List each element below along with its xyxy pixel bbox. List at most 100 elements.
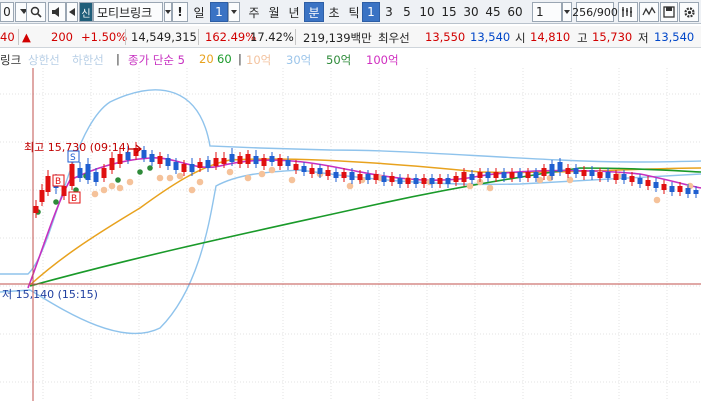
candle-body — [341, 172, 347, 178]
legend-ma5[interactable]: 종가 단순 5 — [128, 52, 185, 68]
tools-button[interactable] — [618, 2, 638, 22]
candle-body — [613, 174, 619, 180]
low-price: 13,540 — [654, 30, 695, 44]
period-minute-tab[interactable]: 분 — [304, 2, 324, 22]
candle-body — [173, 162, 179, 170]
low-label: 저 — [638, 31, 649, 45]
high-label: 고 — [577, 31, 588, 45]
code-field[interactable]: 0 — [0, 2, 14, 22]
candle-body — [109, 158, 115, 170]
candle-body — [189, 164, 195, 172]
page-count: 256/900 — [572, 5, 618, 19]
interval-1-label: 1 — [367, 5, 375, 19]
legend-v50[interactable]: 50억 — [326, 52, 351, 68]
tools-icon — [622, 7, 632, 17]
candle-body — [357, 174, 363, 180]
chevron-down-icon — [231, 9, 237, 14]
candle-body — [85, 164, 91, 180]
interval-10-label: 10 — [419, 5, 435, 19]
candle-body — [533, 172, 539, 178]
speaker-button[interactable] — [48, 2, 66, 22]
interval-1[interactable]: 1 — [362, 2, 380, 22]
interval-30[interactable]: 30 — [460, 2, 482, 22]
search-button[interactable] — [26, 2, 46, 22]
interval-45[interactable]: 45 — [482, 2, 504, 22]
candle-body — [405, 178, 411, 184]
volume-dot — [108, 182, 116, 190]
candle-body — [93, 172, 99, 182]
volume-dot — [288, 176, 296, 184]
interval-10[interactable]: 10 — [416, 2, 438, 22]
divider — [125, 29, 126, 45]
pattern-button[interactable] — [639, 2, 659, 22]
volume-dot — [268, 166, 276, 174]
prev-stock-button[interactable] — [66, 2, 78, 22]
save-button[interactable] — [660, 2, 678, 22]
interval-3[interactable]: 3 — [380, 2, 398, 22]
legend-v30[interactable]: 30억 — [286, 52, 311, 68]
interval-5[interactable]: 5 — [398, 2, 416, 22]
legend-ma60[interactable]: 60 — [217, 52, 232, 66]
candle-body — [477, 172, 483, 178]
volume-ratio: 162.49% — [205, 30, 257, 44]
period-second-tab[interactable]: 초 — [324, 2, 344, 22]
candle-body — [573, 168, 579, 174]
candle-body — [445, 178, 451, 184]
volume-dot — [126, 178, 134, 186]
upper-band-line — [0, 89, 701, 275]
candle-body — [373, 174, 379, 180]
period-tick-label: 틱 — [348, 5, 360, 20]
period-year-tab[interactable]: 년 — [284, 2, 304, 22]
candle-body — [197, 162, 203, 168]
legend-upper-limit[interactable]: 상한선 — [28, 52, 60, 68]
interval-15-label: 15 — [441, 5, 457, 19]
period-number[interactable]: 1 — [210, 2, 228, 22]
candle-body — [317, 168, 323, 174]
legend-lower-limit[interactable]: 하한선 — [72, 52, 104, 68]
settings-button[interactable] — [679, 2, 699, 22]
candle-body — [413, 178, 419, 184]
candle-body — [645, 180, 651, 186]
divider — [295, 29, 296, 45]
candle-body — [589, 170, 595, 176]
volume-dot — [176, 172, 184, 180]
signal-dot — [115, 177, 121, 183]
volume-dot — [244, 174, 252, 182]
interval-input[interactable]: 1 — [532, 2, 562, 22]
pattern-icon — [642, 6, 656, 16]
lower-band-line — [0, 169, 701, 334]
chart-annotations: 최고 15,730 (09:14) 저 15,140 (15:15) S B B — [0, 68, 701, 401]
interval-15[interactable]: 15 — [438, 2, 460, 22]
quote-bar: 40 ▲ 200 +1.50% 14,549,315 162.49% 17.42… — [0, 26, 701, 48]
legend-v10[interactable]: 10억 — [246, 52, 271, 68]
legend-v100[interactable]: 100억 — [366, 52, 399, 68]
period-minute-label: 분 — [308, 5, 320, 20]
price-chart[interactable]: 최고 15,730 (09:14) 저 15,140 (15:15) S B B — [0, 68, 701, 401]
period-day-label: 일 — [193, 5, 205, 20]
interval-60[interactable]: 60 — [504, 2, 526, 22]
interval-dropdown[interactable] — [562, 2, 572, 22]
page-count-field[interactable]: 256/900 — [572, 2, 618, 22]
candle-body — [325, 170, 331, 176]
stock-badge-text: 신 — [81, 8, 91, 20]
high-price: 15,730 — [592, 30, 633, 44]
candle-body — [485, 172, 491, 178]
stock-name-field[interactable]: 모티브링크 — [93, 2, 163, 22]
candle-body — [237, 156, 243, 164]
candle-body — [437, 178, 443, 184]
candle-body — [293, 164, 299, 170]
period-month-tab[interactable]: 월 — [264, 2, 284, 22]
candle-body — [381, 176, 387, 182]
period-tick-tab[interactable]: 틱 — [344, 2, 364, 22]
legend-stock-name: 링크 — [0, 53, 22, 67]
stock-dropdown[interactable] — [164, 2, 172, 22]
chevron-down-icon — [564, 9, 570, 14]
candle-body — [165, 158, 171, 166]
alert-button[interactable]: ! — [172, 2, 188, 22]
save-icon — [663, 6, 675, 18]
legend-ma20[interactable]: 20 — [199, 52, 214, 66]
period-week-tab[interactable]: 주 — [244, 2, 264, 22]
period-day-tab[interactable]: 일 — [188, 2, 210, 22]
volume-dot — [166, 174, 174, 182]
period-dropdown[interactable] — [228, 2, 240, 22]
